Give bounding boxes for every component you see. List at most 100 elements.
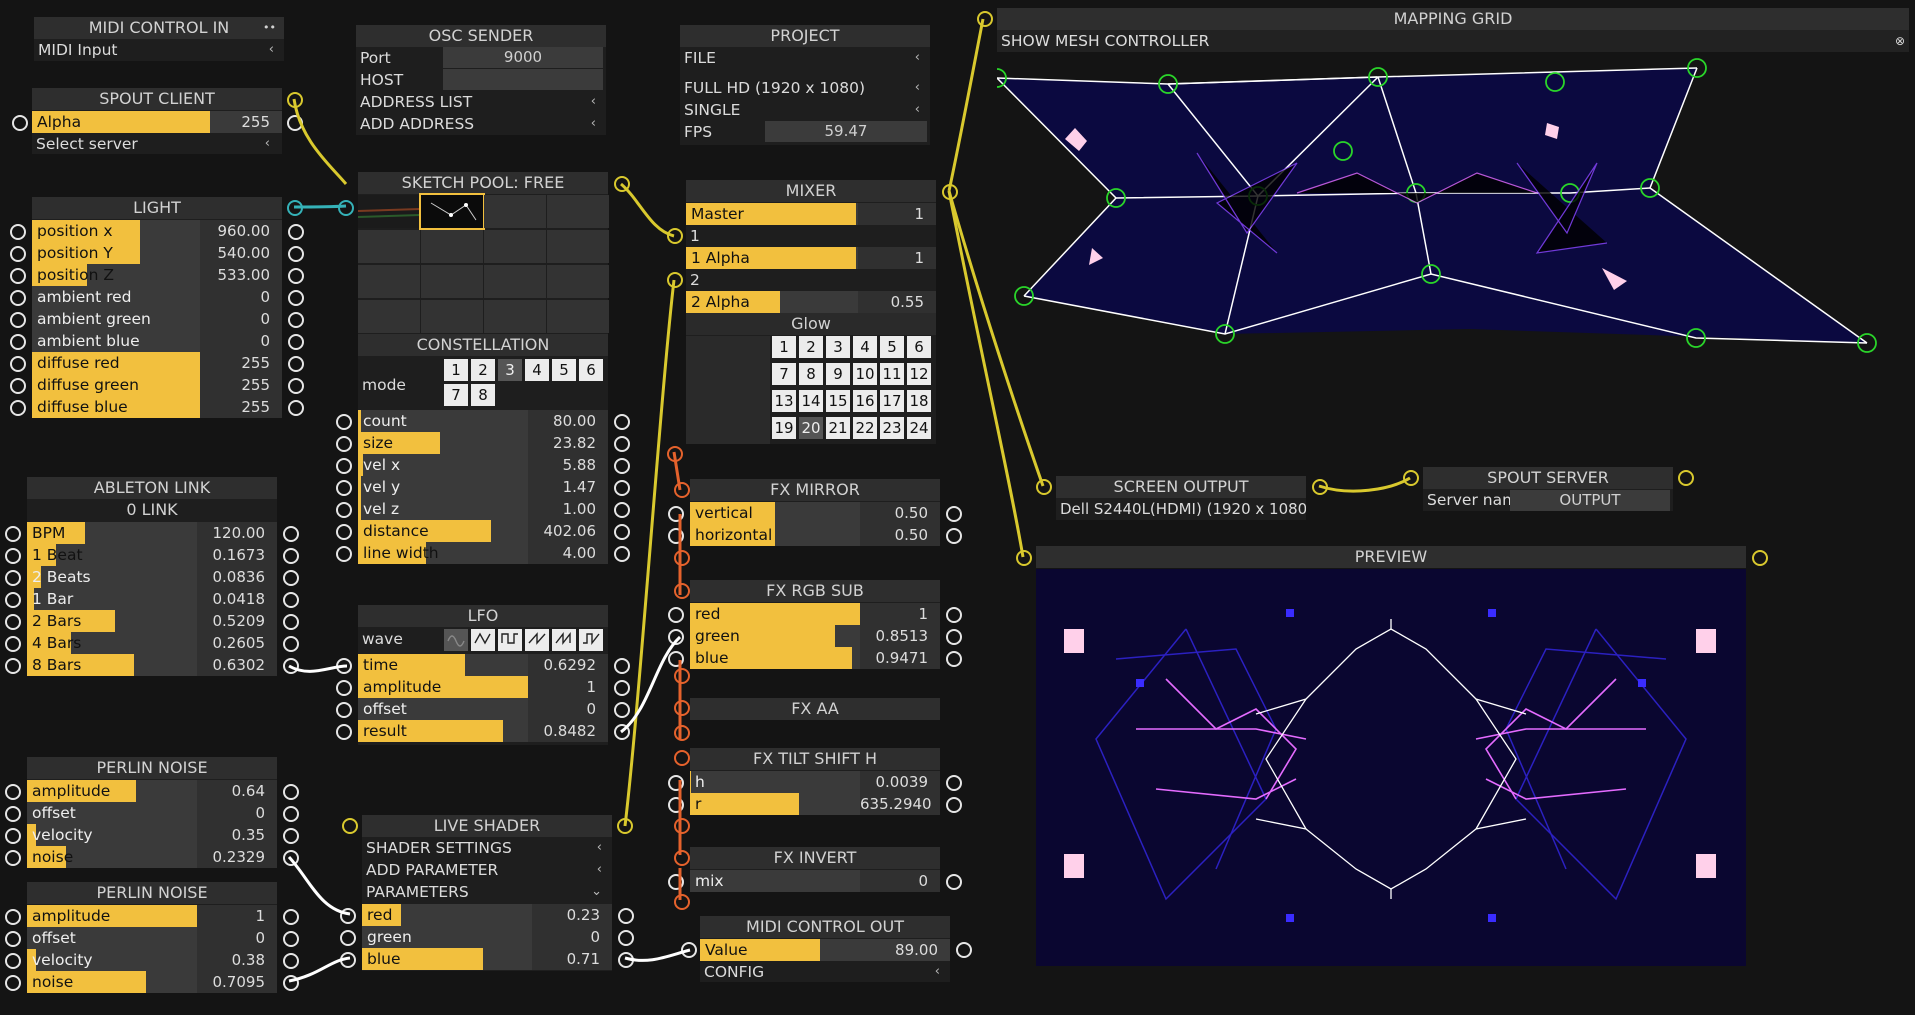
param-input-port[interactable] [10,400,26,416]
param-input-port[interactable] [10,246,26,262]
project-resolution[interactable]: FULL HD (1920 x 1080) ‹ [680,77,930,99]
preview-input-port[interactable] [1016,550,1032,566]
param-output-port[interactable] [614,524,630,540]
param-output-port[interactable] [283,850,299,866]
offset-slider[interactable]: offset 0 [358,698,608,720]
glow-button-10[interactable]: 10 [853,363,877,385]
fx-chain-port[interactable] [674,482,690,498]
triangle-wave-icon[interactable] [471,629,495,651]
mixer-input-port-2[interactable] [667,272,683,288]
sketch-slot[interactable] [484,265,546,298]
param-input-port[interactable] [336,524,352,540]
screen-output-display[interactable]: Dell S2440L(HDMI) (1920 x 1080) [1056,498,1306,520]
noise-slider[interactable]: noise 0.2329 [27,846,277,868]
time-slider[interactable]: time 0.6292 [358,654,608,676]
midi-in-menu-icon[interactable]: •• [263,17,276,39]
offset-slider[interactable]: offset 0 [27,802,277,824]
param-input-port[interactable] [336,546,352,562]
diffuse-blue-slider[interactable]: diffuse blue 255 [32,396,282,418]
spout-alpha-output-port[interactable] [287,115,303,131]
glow-button-20[interactable]: 20 [799,417,823,439]
midi-out-input-port[interactable] [681,942,697,958]
sketch-slot[interactable] [421,230,483,263]
sketch-slot[interactable] [358,300,420,333]
count-slider[interactable]: count 80.00 [358,410,608,432]
sine-wave-icon[interactable] [444,629,468,651]
param-output-port[interactable] [288,400,304,416]
param-output-port[interactable] [283,570,299,586]
alpha-slider[interactable]: Alpha 255 [32,111,282,133]
glow-button-2[interactable]: 2 [799,336,823,358]
param-input-port[interactable] [10,334,26,350]
vel-x-slider[interactable]: vel x 5.88 [358,454,608,476]
spout-server-input-port[interactable] [1403,470,1419,486]
glow-button-21[interactable]: 21 [826,417,850,439]
param-output-port[interactable] [618,952,634,968]
2-beats-slider[interactable]: 2 Beats 0.0836 [27,566,277,588]
param-output-port[interactable] [618,908,634,924]
param-output-port[interactable] [288,312,304,328]
mode-button-8[interactable]: 8 [471,384,495,406]
glow-button-19[interactable]: 19 [772,417,796,439]
glow-button-4[interactable]: 4 [853,336,877,358]
param-input-port[interactable] [10,290,26,306]
param-output-port[interactable] [614,480,630,496]
param-output-port[interactable] [283,526,299,542]
sketch-slot[interactable] [421,265,483,298]
glow-button-3[interactable]: 3 [826,336,850,358]
glow-button-8[interactable]: 8 [799,363,823,385]
param-input-port[interactable] [336,702,352,718]
param-input-port[interactable] [668,607,684,623]
param-input-port[interactable] [336,658,352,674]
velocity-slider[interactable]: velocity 0.35 [27,824,277,846]
mixer-output-port[interactable] [942,184,958,200]
spout-alpha-input-port[interactable] [12,115,28,131]
param-input-port[interactable] [336,724,352,740]
glow-button-13[interactable]: 13 [772,390,796,412]
green-slider[interactable]: green 0 [362,926,612,948]
red-slider[interactable]: red 0.23 [362,904,612,926]
light-input-port[interactable] [338,200,354,216]
param-input-port[interactable] [10,356,26,372]
param-input-port[interactable] [668,797,684,813]
param-output-port[interactable] [283,909,299,925]
fx-chain-port[interactable] [674,750,690,766]
sketch-slot[interactable] [547,265,609,298]
param-output-port[interactable] [946,874,962,890]
show-mesh-controller[interactable]: SHOW MESH CONTROLLER ⊗ [997,30,1909,52]
sketch-slot[interactable] [484,300,546,333]
offset-slider[interactable]: offset 0 [27,927,277,949]
square-wave-icon[interactable] [498,629,522,651]
horizontal-slider[interactable]: horizontal 0.50 [690,524,940,546]
2-bars-slider[interactable]: 2 Bars 0.5209 [27,610,277,632]
1-bar-slider[interactable]: 1 Bar 0.0418 [27,588,277,610]
param-input-port[interactable] [5,526,21,542]
bpm-slider[interactable]: BPM 120.00 [27,522,277,544]
vertical-slider[interactable]: vertical 0.50 [690,502,940,524]
param-input-port[interactable] [668,528,684,544]
param-input-port[interactable] [5,784,21,800]
param-input-port[interactable] [336,458,352,474]
spout-client-output-port[interactable] [287,92,303,108]
mode-button-5[interactable]: 5 [552,359,576,381]
osc-port-field[interactable]: 9000 [443,47,603,68]
diffuse-red-slider[interactable]: diffuse red 255 [32,352,282,374]
glow-button-12[interactable]: 12 [907,363,931,385]
glow-button-16[interactable]: 16 [853,390,877,412]
channel-1-alpha-slider[interactable]: 1 Alpha 1 [686,247,936,269]
project-file-menu[interactable]: FILE ‹ [680,47,930,69]
param-output-port[interactable] [283,614,299,630]
param-output-port[interactable] [614,502,630,518]
sketch-slot[interactable] [547,300,609,333]
glow-button-24[interactable]: 24 [907,417,931,439]
param-output-port[interactable] [614,702,630,718]
velocity-slider[interactable]: velocity 0.38 [27,949,277,971]
glow-button-5[interactable]: 5 [880,336,904,358]
sketch-slot[interactable] [484,195,546,228]
param-output-port[interactable] [283,636,299,652]
sketch-slot[interactable] [419,193,485,230]
param-input-port[interactable] [5,806,21,822]
preview-output-port[interactable] [1752,550,1768,566]
param-output-port[interactable] [614,658,630,674]
glow-button-6[interactable]: 6 [907,336,931,358]
